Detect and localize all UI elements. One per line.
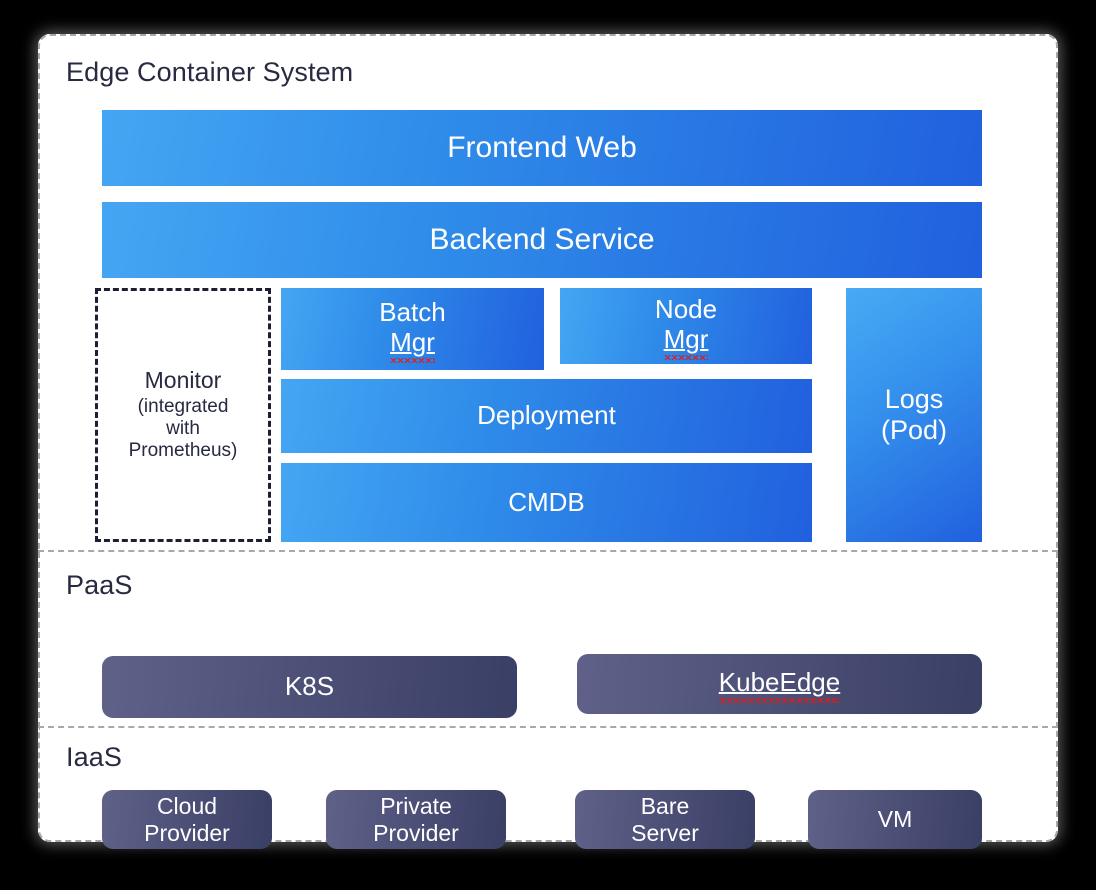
block-logs-pod[interactable]: Logs (Pod)	[846, 288, 982, 542]
block-label-backend-service: Backend Service	[429, 222, 655, 256]
block-label-node-line1: Node	[654, 294, 718, 325]
block-sublabel-monitor-line2: with	[166, 417, 200, 439]
block-sublabel-monitor-line3: Prometheus)	[128, 440, 238, 462]
block-label-cloud-line2: Provider	[144, 819, 230, 846]
block-label-cloud-line1: Cloud	[156, 793, 218, 820]
block-node-mgr[interactable]: Node Mgr	[560, 288, 812, 364]
block-label-monitor: Monitor	[144, 367, 222, 394]
block-cloud-provider[interactable]: Cloud Provider	[102, 790, 272, 849]
block-bare-server[interactable]: Bare Server	[575, 790, 755, 849]
block-kubeedge[interactable]: KubeEdge	[577, 654, 982, 714]
block-label-vm: VM	[877, 806, 913, 833]
block-label-logs-pod: Logs (Pod)	[881, 384, 947, 446]
diagram-card: Edge Container System Frontend Web Backe…	[38, 34, 1058, 849]
block-batch-mgr[interactable]: Batch Mgr	[281, 288, 544, 370]
block-label-deployment: Deployment	[477, 400, 616, 431]
block-monitor[interactable]: Monitor (integrated with Prometheus)	[95, 288, 271, 542]
block-backend-service[interactable]: Backend Service	[102, 202, 982, 278]
tier-edge-container-system: Edge Container System Frontend Web Backe…	[38, 34, 1058, 552]
tier-title-iaas: IaaS	[66, 742, 122, 772]
tier-title-paas: PaaS	[66, 570, 133, 600]
block-cmdb[interactable]: CMDB	[281, 463, 812, 542]
spellcheck-underline-node-mgr: Mgr	[663, 324, 708, 360]
block-label-private-line2: Provider	[373, 819, 459, 846]
block-label-k8s: K8S	[284, 671, 335, 702]
block-private-provider[interactable]: Private Provider	[326, 790, 506, 849]
block-k8s[interactable]: K8S	[102, 656, 517, 718]
block-sublabel-monitor-line1: (integrated	[137, 395, 229, 417]
block-label-cloud-provider: Cloud Provider	[144, 793, 230, 845]
block-deployment[interactable]: Deployment	[281, 379, 812, 453]
diagram-canvas: Edge Container System Frontend Web Backe…	[0, 0, 1096, 890]
block-label-bare-server: Bare Server	[631, 793, 699, 845]
spellcheck-underline-batch-mgr: Mgr	[390, 327, 435, 363]
block-label-bare-line2: Server	[631, 819, 699, 846]
block-frontend-web[interactable]: Frontend Web	[102, 110, 982, 186]
block-label-frontend-web: Frontend Web	[447, 130, 637, 164]
tier-title-edge: Edge Container System	[66, 57, 354, 87]
block-label-logs-line2: (Pod)	[880, 415, 948, 445]
block-label-batch-mgr: Batch Mgr	[379, 297, 446, 363]
tier-paas: PaaS K8S KubeEdge	[38, 552, 1058, 728]
block-label-logs-line1: Logs	[884, 384, 944, 415]
block-label-node-mgr: Node Mgr	[654, 294, 718, 360]
block-vm[interactable]: VM	[808, 790, 982, 849]
tier-iaas: IaaS Cloud Provider Private Provider Bar…	[38, 728, 1058, 849]
spellcheck-underline-kubeedge: KubeEdge	[718, 668, 841, 703]
block-label-private-provider: Private Provider	[373, 793, 459, 845]
block-label-private-line1: Private	[380, 793, 452, 820]
block-label-cmdb: CMDB	[508, 486, 585, 517]
block-label-bare-line1: Bare	[640, 793, 690, 820]
block-label-batch-line1: Batch	[379, 297, 446, 328]
